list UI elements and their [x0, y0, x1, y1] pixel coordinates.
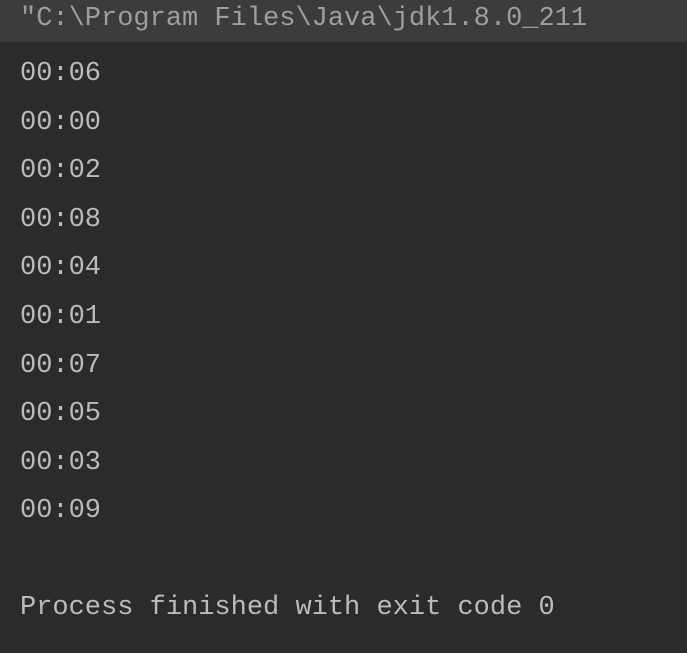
output-line: 00:03 [20, 439, 687, 488]
console-output-panel: "C:\Program Files\Java\jdk1.8.0_211 00:0… [0, 0, 687, 653]
console-output-area: 00:06 00:00 00:02 00:08 00:04 00:01 00:0… [0, 42, 687, 633]
output-line: 00:05 [20, 390, 687, 439]
command-invocation-line: "C:\Program Files\Java\jdk1.8.0_211 [0, 0, 687, 42]
output-line: 00:02 [20, 147, 687, 196]
output-line: 00:01 [20, 293, 687, 342]
output-line: 00:08 [20, 196, 687, 245]
output-line: 00:06 [20, 50, 687, 99]
output-line: 00:09 [20, 487, 687, 536]
process-exit-message: Process finished with exit code 0 [20, 584, 687, 633]
output-line: 00:00 [20, 99, 687, 148]
blank-line [20, 536, 687, 584]
output-line: 00:04 [20, 244, 687, 293]
output-line: 00:07 [20, 342, 687, 391]
